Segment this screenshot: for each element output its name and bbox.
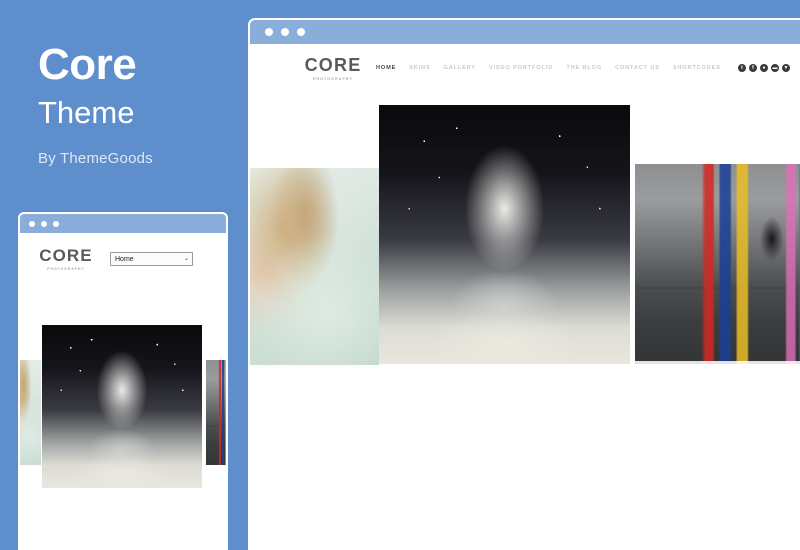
page-root: Core Theme By ThemeGoods CORE PHOTOGRAPH… — [0, 0, 800, 550]
mobile-window-titlebar — [20, 214, 226, 233]
window-dot-maximize[interactable] — [53, 220, 59, 227]
carousel-slide-shopping-street[interactable] — [206, 360, 226, 465]
site-logo-name: CORE — [304, 54, 362, 75]
nav-item-contact-us[interactable]: CONTACT US — [615, 65, 660, 71]
chevron-down-icon: ⌄ — [183, 256, 189, 262]
mobile-site-logo-name: CORE — [39, 246, 93, 265]
window-dot-close[interactable] — [265, 28, 273, 36]
carousel-slide-shopping-street[interactable] — [635, 164, 800, 364]
slide-image — [20, 360, 41, 465]
carousel-slide-white-gown[interactable] — [379, 105, 630, 364]
mobile-menu-select[interactable]: Home ⌄ — [110, 252, 193, 266]
window-dot-minimize[interactable] — [281, 28, 289, 36]
slide-image — [42, 325, 202, 488]
vimeo-icon[interactable]: ▬ — [771, 64, 779, 72]
nav-item-home[interactable]: HOME — [376, 65, 396, 71]
mobile-preview-window: CORE PHOTOGRAPHY Home ⌄ — [18, 212, 228, 550]
nav-item-gallery[interactable]: GALLERY — [444, 65, 476, 71]
flickr-icon[interactable]: ● — [760, 64, 768, 72]
mobile-site-logo[interactable]: CORE PHOTOGRAPHY — [39, 246, 93, 271]
desktop-viewport: CORE PHOTOGRAPHY HOME SKINS GALLERY VIDE… — [250, 44, 800, 550]
slide-image — [206, 360, 226, 465]
nav-item-shortcodes[interactable]: SHORTCODES — [673, 65, 721, 71]
site-header: CORE PHOTOGRAPHY HOME SKINS GALLERY VIDE… — [250, 44, 800, 92]
carousel-slide-white-gown[interactable] — [42, 325, 202, 488]
nav-item-video-portfolio[interactable]: VIDEO PORTFOLIO — [489, 65, 553, 71]
page-author: By ThemeGoods — [38, 149, 153, 167]
mobile-site-logo-tagline: PHOTOGRAPHY — [47, 267, 85, 271]
site-nav: HOME SKINS GALLERY VIDEO PORTFOLIO THE B… — [376, 65, 721, 71]
page-title: Core — [38, 40, 137, 89]
desktop-window-titlebar — [250, 20, 800, 44]
slide-image — [379, 105, 630, 364]
window-dot-minimize[interactable] — [41, 220, 47, 227]
promo-block: Core Theme By ThemeGoods — [38, 40, 248, 167]
carousel-slide-blonde-woman[interactable] — [20, 360, 41, 465]
site-logo-tagline: PHOTOGRAPHY — [312, 76, 354, 81]
page-subtitle: Theme — [38, 95, 135, 131]
mobile-site-header: CORE PHOTOGRAPHY Home ⌄ — [20, 233, 226, 285]
dribbble-icon[interactable]: ▼ — [782, 64, 790, 72]
carousel-slide-blonde-woman[interactable] — [250, 168, 379, 365]
slide-image — [635, 164, 800, 361]
site-logo[interactable]: CORE PHOTOGRAPHY — [305, 56, 361, 81]
nav-item-skins[interactable]: SKINS — [409, 65, 430, 71]
mobile-viewport: CORE PHOTOGRAPHY Home ⌄ — [20, 233, 226, 550]
social-links: t f ● ▬ ▼ — [738, 64, 790, 72]
window-dot-close[interactable] — [29, 220, 35, 227]
slide-reflection — [635, 361, 800, 364]
facebook-icon[interactable]: f — [749, 64, 757, 72]
nav-item-the-blog[interactable]: THE BLOG — [566, 65, 602, 71]
desktop-carousel[interactable] — [250, 92, 800, 550]
window-dot-maximize[interactable] — [297, 28, 305, 36]
twitter-icon[interactable]: t — [738, 64, 746, 72]
slide-image — [250, 168, 379, 365]
mobile-carousel[interactable] — [20, 285, 226, 547]
desktop-preview-window: CORE PHOTOGRAPHY HOME SKINS GALLERY VIDE… — [248, 18, 800, 550]
mobile-menu-select-value: Home — [115, 255, 134, 263]
